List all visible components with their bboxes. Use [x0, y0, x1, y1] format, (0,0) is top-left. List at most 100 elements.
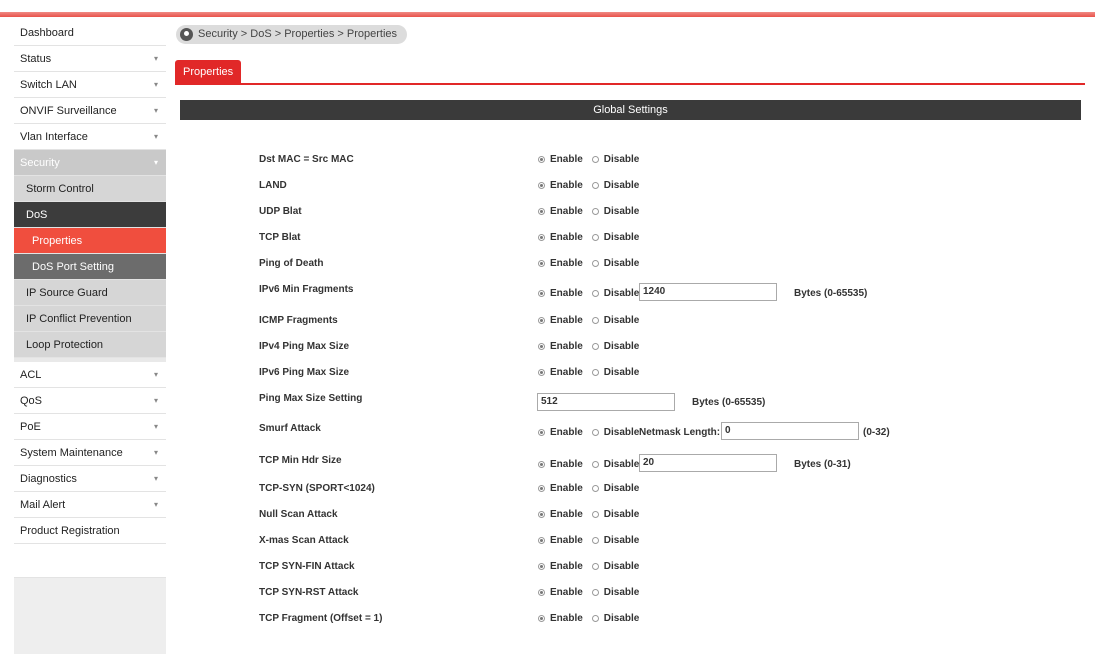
- radio-dot-icon: [591, 208, 599, 215]
- disable-radio[interactable]: Disable: [591, 587, 640, 598]
- sidebar-item-label: IP Conflict Prevention: [26, 313, 132, 325]
- enable-label: Enable: [550, 509, 583, 520]
- disable-radio[interactable]: Disable: [591, 483, 640, 494]
- enable-radio[interactable]: Enable: [538, 180, 583, 191]
- sidebar-item-product-registration[interactable]: Product Registration: [14, 518, 166, 544]
- sidebar-item-ip-source-guard[interactable]: IP Source Guard: [14, 280, 166, 306]
- chevron-down-icon: ▾: [153, 448, 158, 457]
- enable-radio[interactable]: Enable: [538, 258, 583, 269]
- radio-dot-icon: [538, 343, 545, 350]
- enable-label: Enable: [550, 613, 583, 624]
- disable-radio[interactable]: Disable: [591, 561, 639, 572]
- disable-radio[interactable]: Disable: [591, 535, 639, 546]
- enable-label: Enable: [550, 341, 583, 352]
- radio-dot-icon: [538, 589, 545, 596]
- sidebar-item-dashboard[interactable]: Dashboard: [14, 20, 166, 46]
- radio-dot-icon: [538, 537, 545, 544]
- disable-radio[interactable]: Disable: [591, 367, 639, 378]
- ping-max-size-input[interactable]: 512: [537, 393, 675, 411]
- disable-radio[interactable]: Disable: [591, 509, 639, 520]
- disable-label: Disable: [603, 154, 640, 165]
- enable-radio[interactable]: Enable: [538, 613, 583, 624]
- setting-label: IPv4 Ping Max Size: [259, 341, 350, 352]
- ipv6-min-fragments-input[interactable]: 1240: [639, 283, 777, 301]
- sidebar-item-onvif-surveillance[interactable]: ONVIF Surveillance ▾: [14, 98, 166, 124]
- disable-radio[interactable]: Disable: [591, 459, 639, 470]
- sidebar-item-mail-alert[interactable]: Mail Alert ▾: [14, 492, 166, 518]
- sidebar-item-poe[interactable]: PoE ▾: [14, 414, 166, 440]
- radio-dot-icon: [591, 182, 599, 189]
- radio-group: Enable Disable: [538, 180, 639, 191]
- enable-radio[interactable]: Enable: [538, 561, 583, 572]
- enable-radio[interactable]: Enable: [538, 459, 583, 470]
- disable-radio[interactable]: Disable: [591, 288, 640, 299]
- tab-properties[interactable]: Properties: [175, 60, 242, 84]
- disable-radio[interactable]: Disable: [591, 154, 640, 165]
- radio-dot-icon: [538, 429, 545, 436]
- sidebar-item-label: PoE: [20, 421, 41, 433]
- sidebar-item-ip-conflict-prevention[interactable]: IP Conflict Prevention: [14, 306, 166, 332]
- disable-radio[interactable]: Disable: [591, 341, 639, 352]
- disable-radio[interactable]: Disable: [591, 232, 639, 243]
- setting-label: Ping Max Size Setting: [259, 393, 363, 404]
- enable-label: Enable: [550, 483, 583, 494]
- chevron-down-icon: ▾: [153, 54, 158, 63]
- sidebar-item-loop-protection[interactable]: Loop Protection: [14, 332, 166, 358]
- sidebar-item-status[interactable]: Status ▾: [14, 46, 166, 72]
- sidebar-item-diagnostics[interactable]: Diagnostics ▾: [14, 466, 166, 492]
- setting-label: LAND: [259, 180, 287, 191]
- setting-label: Smurf Attack: [259, 423, 321, 434]
- enable-radio[interactable]: Enable: [538, 427, 583, 438]
- enable-radio[interactable]: Enable: [538, 341, 583, 352]
- disable-radio[interactable]: Disable: [591, 613, 640, 624]
- chevron-down-icon: ▾: [153, 80, 158, 89]
- disable-label: Disable: [603, 288, 640, 299]
- sidebar-item-dos[interactable]: DoS: [14, 202, 166, 228]
- enable-radio[interactable]: Enable: [538, 587, 583, 598]
- enable-radio[interactable]: Enable: [538, 232, 583, 243]
- tcp-min-hdr-size-input[interactable]: 20: [639, 454, 777, 472]
- disable-label: Disable: [603, 483, 640, 494]
- sidebar-item-qos[interactable]: QoS ▾: [14, 388, 166, 414]
- disable-label: Disable: [603, 180, 640, 191]
- sidebar-item-label: DoS: [26, 209, 48, 221]
- radio-dot-icon: [591, 615, 599, 622]
- radio-group: Enable Disable: [538, 509, 639, 520]
- disable-radio[interactable]: Disable: [591, 427, 639, 438]
- radio-group: Enable Disable: [538, 483, 639, 494]
- enable-radio[interactable]: Enable: [538, 367, 583, 378]
- sidebar-item-system-maintenance[interactable]: System Maintenance ▾: [14, 440, 166, 466]
- radio-group: Enable Disable: [538, 459, 639, 470]
- disable-radio[interactable]: Disable: [591, 315, 639, 326]
- enable-radio[interactable]: Enable: [538, 509, 583, 520]
- radio-dot-icon: [591, 429, 599, 436]
- sidebar-item-switch-lan[interactable]: Switch LAN ▾: [14, 72, 166, 98]
- sidebar-item-acl[interactable]: ACL ▾: [14, 362, 166, 388]
- netmask-length-input[interactable]: 0: [721, 422, 859, 440]
- setting-label: TCP Fragment (Offset = 1): [259, 613, 383, 624]
- enable-radio[interactable]: Enable: [538, 483, 583, 494]
- enable-label: Enable: [550, 206, 583, 217]
- sidebar-item-dos-port-setting[interactable]: DoS Port Setting: [14, 254, 166, 280]
- enable-label: Enable: [550, 288, 583, 299]
- sidebar-item-security[interactable]: Security ▾: [14, 150, 166, 176]
- disable-label: Disable: [603, 613, 640, 624]
- disable-radio[interactable]: Disable: [591, 258, 639, 269]
- disable-radio[interactable]: Disable: [591, 206, 639, 217]
- sidebar-spacer: [14, 544, 166, 578]
- enable-radio[interactable]: Enable: [538, 154, 583, 165]
- setting-label: Null Scan Attack: [259, 509, 338, 520]
- disable-label: Disable: [603, 587, 640, 598]
- sidebar-item-properties[interactable]: Properties: [14, 228, 166, 254]
- enable-radio[interactable]: Enable: [538, 535, 583, 546]
- enable-radio[interactable]: Enable: [538, 315, 583, 326]
- sidebar-item-vlan-interface[interactable]: Vlan Interface ▾: [14, 124, 166, 150]
- enable-radio[interactable]: Enable: [538, 206, 583, 217]
- disable-radio[interactable]: Disable: [591, 180, 640, 191]
- radio-dot-icon: [591, 290, 599, 297]
- radio-group: Enable Disable: [538, 613, 639, 624]
- sidebar-item-storm-control[interactable]: Storm Control: [14, 176, 166, 202]
- tab-bar: Properties: [175, 60, 1085, 85]
- enable-radio[interactable]: Enable: [538, 288, 583, 299]
- radio-dot-icon: [538, 156, 545, 163]
